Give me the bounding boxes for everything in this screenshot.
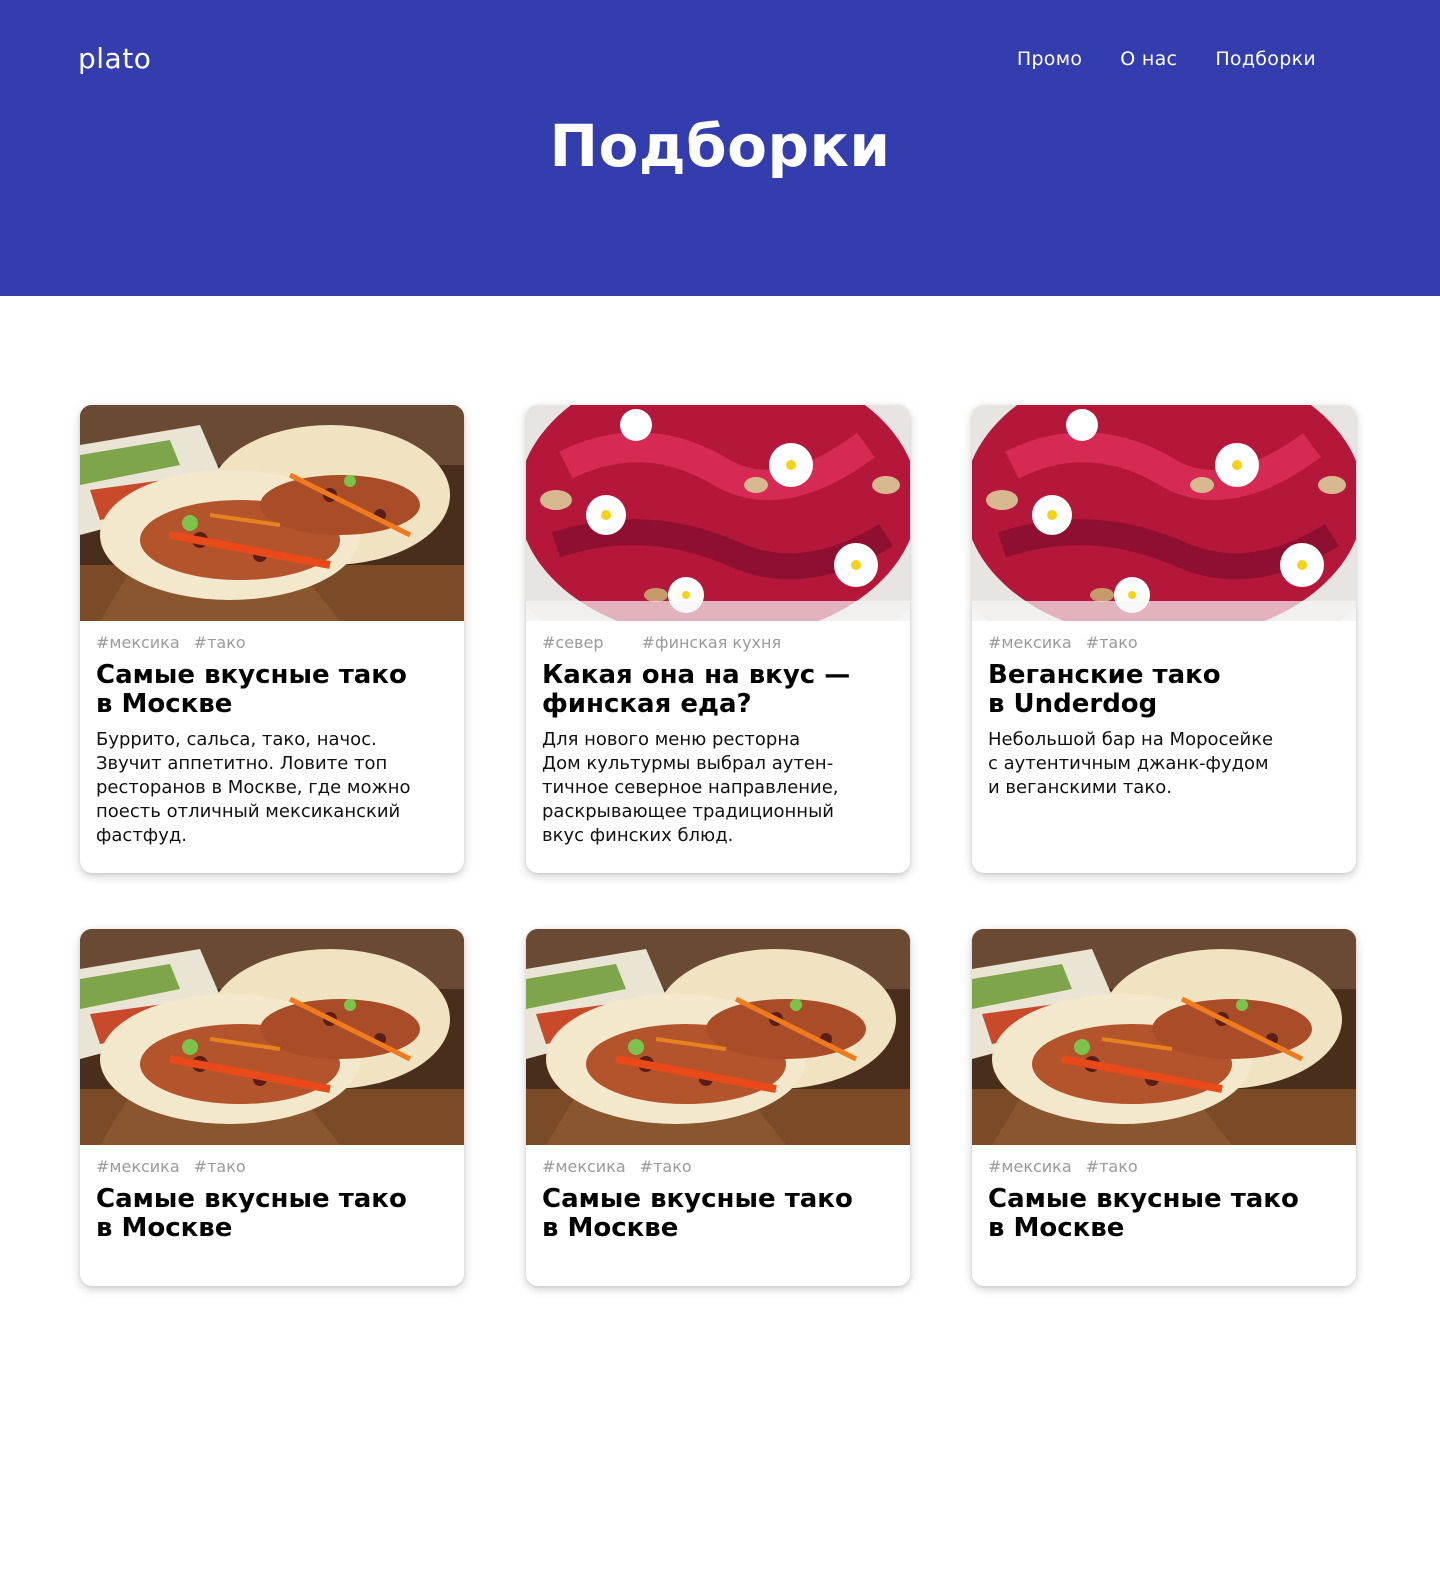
tag[interactable]: #тако	[194, 633, 246, 655]
tag[interactable]: #финская кухня	[641, 633, 781, 655]
card-title[interactable]: Самые вкусные тако в Москве	[96, 1185, 448, 1243]
tag[interactable]: #мексика	[988, 1157, 1072, 1179]
card-finnish-food[interactable]: #север #финская кухня Какая она на вкус …	[526, 405, 910, 873]
nav-link-about[interactable]: О нас	[1120, 48, 1177, 70]
tacos-photo	[80, 405, 464, 621]
card-tacos-moscow[interactable]: #мексика #тако Самые вкусные тако в Моск…	[80, 405, 464, 873]
tacos-photo	[526, 929, 910, 1145]
tacos-photo	[972, 929, 1356, 1145]
card-title[interactable]: Самые вкусные тако в Москве	[542, 1185, 894, 1243]
card-tacos-moscow[interactable]: #мексика #тако Самые вкусные тако в Моск…	[526, 929, 910, 1286]
tacos-photo	[80, 929, 464, 1145]
tag[interactable]: #тако	[1086, 1157, 1138, 1179]
logo[interactable]: plato	[78, 42, 151, 75]
card-vegan-tacos[interactable]: #мексика #тако Веганские тако в Underdog…	[972, 405, 1356, 873]
card-title[interactable]: Какая она на вкус — финская еда?	[542, 661, 894, 719]
site-header: plato Промо О нас Подборки Подборки	[0, 0, 1440, 296]
card-tacos-moscow[interactable]: #мексика #тако Самые вкусные тако в Моск…	[80, 929, 464, 1286]
card-title[interactable]: Веганские тако в Underdog	[988, 661, 1340, 719]
tag[interactable]: #мексика	[542, 1157, 626, 1179]
tag[interactable]: #мексика	[96, 1157, 180, 1179]
tag[interactable]: #тако	[640, 1157, 692, 1179]
tag[interactable]: #север	[542, 633, 603, 655]
card-title[interactable]: Самые вкусные тако в Москве	[988, 1185, 1340, 1243]
tag[interactable]: #тако	[1086, 633, 1138, 655]
card-title[interactable]: Самые вкусные тако в Москве	[96, 661, 448, 719]
finnish-dish-photo	[972, 405, 1356, 621]
tag[interactable]: #мексика	[988, 633, 1072, 655]
tag[interactable]: #тако	[194, 1157, 246, 1179]
card-tacos-moscow[interactable]: #мексика #тако Самые вкусные тако в Моск…	[972, 929, 1356, 1286]
nav-link-promo[interactable]: Промо	[1017, 48, 1082, 70]
main-nav: Промо О нас Подборки	[1017, 48, 1316, 70]
finnish-dish-photo	[526, 405, 910, 621]
card-description: Для нового меню ресторна Дом культурмы в…	[542, 729, 839, 846]
page-title: Подборки	[549, 112, 891, 180]
card-description: Небольшой бар на Моросейке с аутентичным…	[988, 729, 1274, 798]
card-description: Буррито, сальса, тако, начос. Звучит апп…	[96, 729, 411, 846]
tag[interactable]: #мексика	[96, 633, 180, 655]
nav-link-collections[interactable]: Подборки	[1215, 48, 1316, 70]
